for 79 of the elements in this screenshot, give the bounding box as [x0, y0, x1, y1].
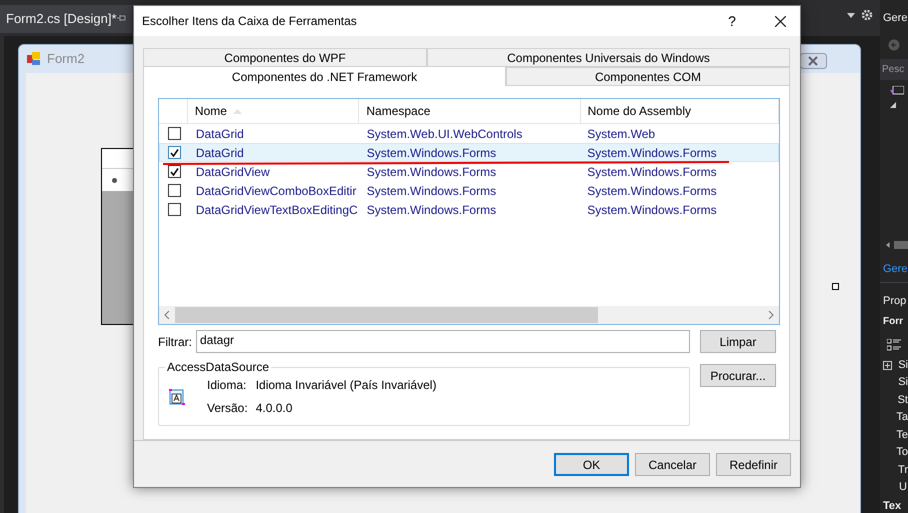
table-cell-text: System.Windows.Forms [366, 144, 498, 162]
help-button[interactable]: ? [712, 6, 752, 36]
scroll-left-icon[interactable] [886, 241, 890, 250]
table-cell-text: System.Windows.Forms [366, 202, 498, 218]
table-cell-text: System.Windows.Forms [586, 182, 718, 200]
table-cell-text: System.Windows.Forms [366, 164, 498, 180]
expand-triangle-icon[interactable] [890, 102, 896, 108]
property-name: Si [897, 375, 908, 390]
form-title: Form2 [47, 50, 85, 68]
panel-link[interactable]: Gere [880, 254, 908, 280]
tab[interactable]: Componentes COM [506, 67, 790, 86]
property-name: St [896, 392, 908, 408]
scrollbar-thumb[interactable] [175, 307, 598, 323]
table-cell-text: System.Web [586, 126, 656, 142]
property-name: Te [895, 428, 908, 443]
dialog-button[interactable]: Redefinir [716, 453, 791, 476]
dialog-title: Escolher Itens da Caixa de Ferramentas [142, 13, 358, 30]
checkbox[interactable] [168, 146, 181, 159]
column-header[interactable]: Nome [188, 99, 360, 123]
form-icon [27, 52, 41, 66]
close-icon [800, 53, 827, 69]
browse-button[interactable]: Procurar... [700, 364, 776, 387]
tab[interactable]: Componentes do WPF [143, 48, 427, 67]
settings-icon[interactable] [861, 9, 873, 21]
tab[interactable]: Componentes Universais do Windows [427, 48, 790, 67]
table-cell-text: System.Windows.Forms [586, 202, 718, 218]
selection-handle[interactable] [832, 283, 839, 290]
table-cell-text: System.Windows.Forms [586, 144, 718, 162]
property-name: U [898, 480, 907, 496]
dialog-button[interactable]: OK [554, 453, 629, 476]
checkbox[interactable] [168, 184, 181, 197]
field-value: Idioma Invariável (País Invariável) [256, 377, 436, 394]
list-row[interactable]: DataGridViewTextBoxEditingC System.Windows.Forms System.Windows.Forms [159, 200, 779, 219]
clear-button[interactable]: Limpar [700, 330, 776, 353]
property-name: Tr [897, 462, 908, 478]
tab[interactable]: Componentes do .NET Framework [143, 66, 506, 86]
checkbox[interactable] [168, 203, 181, 216]
table-cell-text: DataGrid [194, 144, 245, 162]
field-label: Versão: [207, 400, 248, 417]
list-row[interactable]: DataGridViewComboBoxEditir System.Windows.Forms System.Windows.Forms [159, 181, 779, 200]
checkbox[interactable] [168, 165, 181, 178]
object-name: Forr [882, 314, 904, 329]
property-name: Si [897, 358, 908, 373]
filter-field[interactable]: datagr [196, 330, 690, 353]
filter-label: Filtrar: [158, 334, 192, 350]
component-icon [169, 388, 185, 406]
table-cell-text: DataGridViewComboBoxEditir [194, 182, 358, 200]
dialog-button[interactable]: Cancelar [635, 453, 710, 476]
pin-icon[interactable] [116, 13, 126, 23]
column-header[interactable]: Nome do Assembly [580, 99, 779, 123]
scroll-left-icon[interactable] [164, 311, 170, 319]
scroll-right-icon[interactable] [768, 311, 774, 319]
close-icon [774, 16, 786, 26]
list-row[interactable]: DataGrid System.Windows.Forms System.Windows.Forms [159, 143, 779, 162]
dropdown-arrow-icon[interactable] [847, 13, 855, 19]
table-cell-text: DataGridView [194, 164, 271, 180]
description-title: Tex [882, 500, 902, 513]
list-row[interactable]: DataGrid System.Web.UI.WebControls System.Web [159, 124, 779, 143]
property-name: To [895, 445, 908, 460]
table-cell-text: DataGrid [194, 126, 245, 142]
panel-title: Prop [880, 282, 908, 310]
search-field[interactable]: Pesc [880, 58, 908, 80]
checkbox[interactable] [168, 127, 181, 140]
horizontal-scrollbar[interactable] [159, 306, 779, 324]
scrollbar-thumb[interactable] [894, 241, 908, 250]
document-tab[interactable]: Form2.cs [Design]* [0, 5, 132, 33]
property-name: Ta [895, 410, 908, 426]
field-value: 4.0.0.0 [256, 400, 294, 417]
solution-icon [890, 86, 904, 96]
field-label: Idioma: [207, 377, 248, 394]
categorized-icon[interactable] [887, 338, 901, 351]
table-cell-text: System.Web.UI.WebControls [366, 126, 524, 142]
table-cell-text: System.Windows.Forms [586, 164, 718, 180]
column-header[interactable]: Namespace [359, 99, 581, 123]
panel-title: Gere [882, 11, 908, 26]
expand-icon[interactable] [883, 360, 892, 370]
table-cell-text: System.Windows.Forms [366, 182, 498, 200]
list-row[interactable]: DataGridView System.Windows.Forms System.Windows.Forms [159, 162, 779, 181]
table-cell-text: DataGridViewTextBoxEditingC [194, 202, 359, 218]
